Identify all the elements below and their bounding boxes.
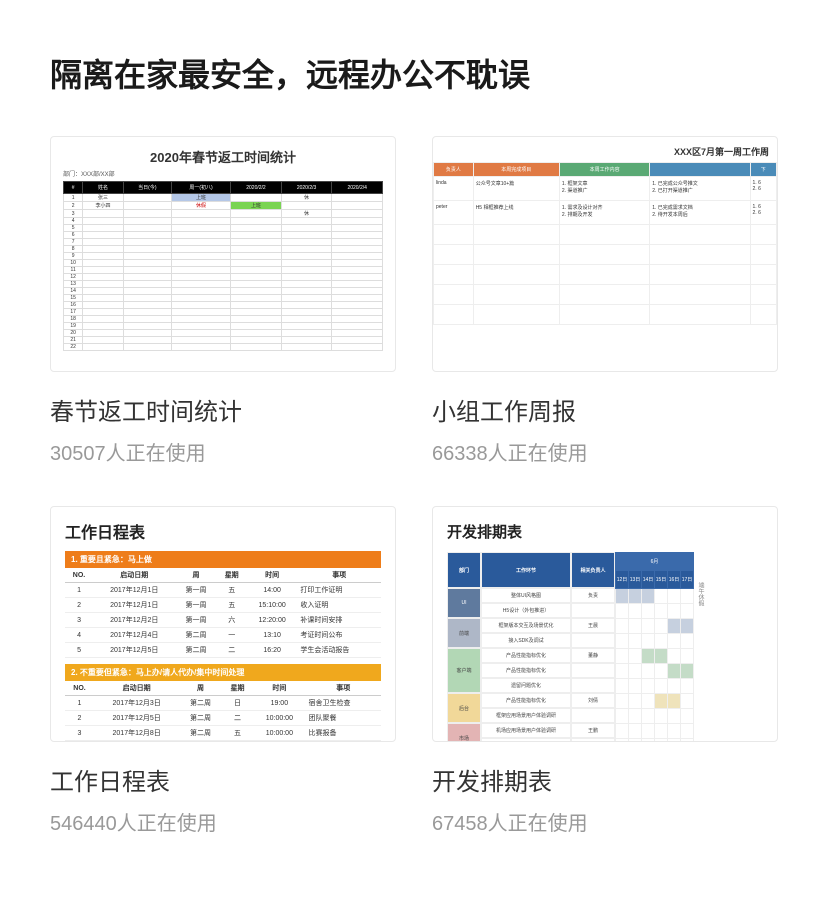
thumb-table: 负责人本周完成项目本周工作内容下 linda公众号文章10+篇1. 框架文章2.…	[433, 162, 777, 325]
template-card-team-weekly[interactable]: XXX区7月第一周工作周 负责人本周完成项目本周工作内容下 linda公众号文章…	[432, 136, 778, 466]
thumb-table: #姓名当日(今)周一(初八)2020/2/22020/2/32020/2/4 1…	[63, 181, 383, 351]
card-title: 春节返工时间统计	[50, 392, 396, 427]
card-usage: 66338人正在使用	[432, 437, 778, 466]
card-usage: 30507人正在使用	[50, 437, 396, 466]
gantt-month: 6月	[616, 553, 694, 571]
template-card-spring-festival[interactable]: 2020年春节返工时间统计 部门：XXX部/XX部 #姓名当日(今)周一(初八)…	[50, 136, 396, 466]
template-card-work-schedule[interactable]: 工作日程表 1. 重要且紧急：马上做 NO.启动日期周星期时间事项 12017年…	[50, 506, 396, 836]
section-label: 2. 不重要但紧急：马上办/请人代办/集中时间处理	[65, 664, 381, 681]
template-grid: 2020年春节返工时间统计 部门：XXX部/XX部 #姓名当日(今)周一(初八)…	[50, 136, 778, 836]
card-usage: 546440人正在使用	[50, 807, 396, 836]
thumb-table: NO.启动日期周星期时间事项 12017年12月1日第一周五14:00打印工作证…	[65, 568, 381, 658]
section-label: 1. 重要且紧急：马上做	[65, 551, 381, 568]
card-title: 工作日程表	[50, 762, 396, 797]
card-usage: 67458人正在使用	[432, 807, 778, 836]
template-card-dev-schedule[interactable]: 开发排期表 部门UI前端客户端后台市场工作环节整体UI风格图H5设计（外包推进）…	[432, 506, 778, 836]
thumb-sub: 部门：XXX部/XX部	[63, 169, 383, 178]
thumb-heading: 2020年春节返工时间统计	[63, 147, 383, 166]
page-title: 隔离在家最安全，远程办公不耽误	[50, 50, 778, 96]
template-thumb: XXX区7月第一周工作周 负责人本周完成项目本周工作内容下 linda公众号文章…	[432, 136, 778, 372]
card-title: 开发排期表	[432, 762, 778, 797]
thumb-heading: 开发排期表	[447, 521, 767, 542]
holiday-label: 端午休假	[694, 552, 707, 742]
card-title: 小组工作周报	[432, 392, 778, 427]
thumb-table: NO.启动日期周星期时间事项 12017年12月3日第二周日19:00宿舍卫生检…	[65, 681, 381, 741]
template-thumb: 工作日程表 1. 重要且紧急：马上做 NO.启动日期周星期时间事项 12017年…	[50, 506, 396, 742]
thumb-heading: XXX区7月第一周工作周	[433, 145, 777, 158]
template-thumb: 开发排期表 部门UI前端客户端后台市场工作环节整体UI风格图H5设计（外包推进）…	[432, 506, 778, 742]
gantt-table: 6月 12日13日14日15日16日17日	[615, 552, 694, 742]
thumb-heading: 工作日程表	[65, 519, 381, 543]
template-thumb: 2020年春节返工时间统计 部门：XXX部/XX部 #姓名当日(今)周一(初八)…	[50, 136, 396, 372]
